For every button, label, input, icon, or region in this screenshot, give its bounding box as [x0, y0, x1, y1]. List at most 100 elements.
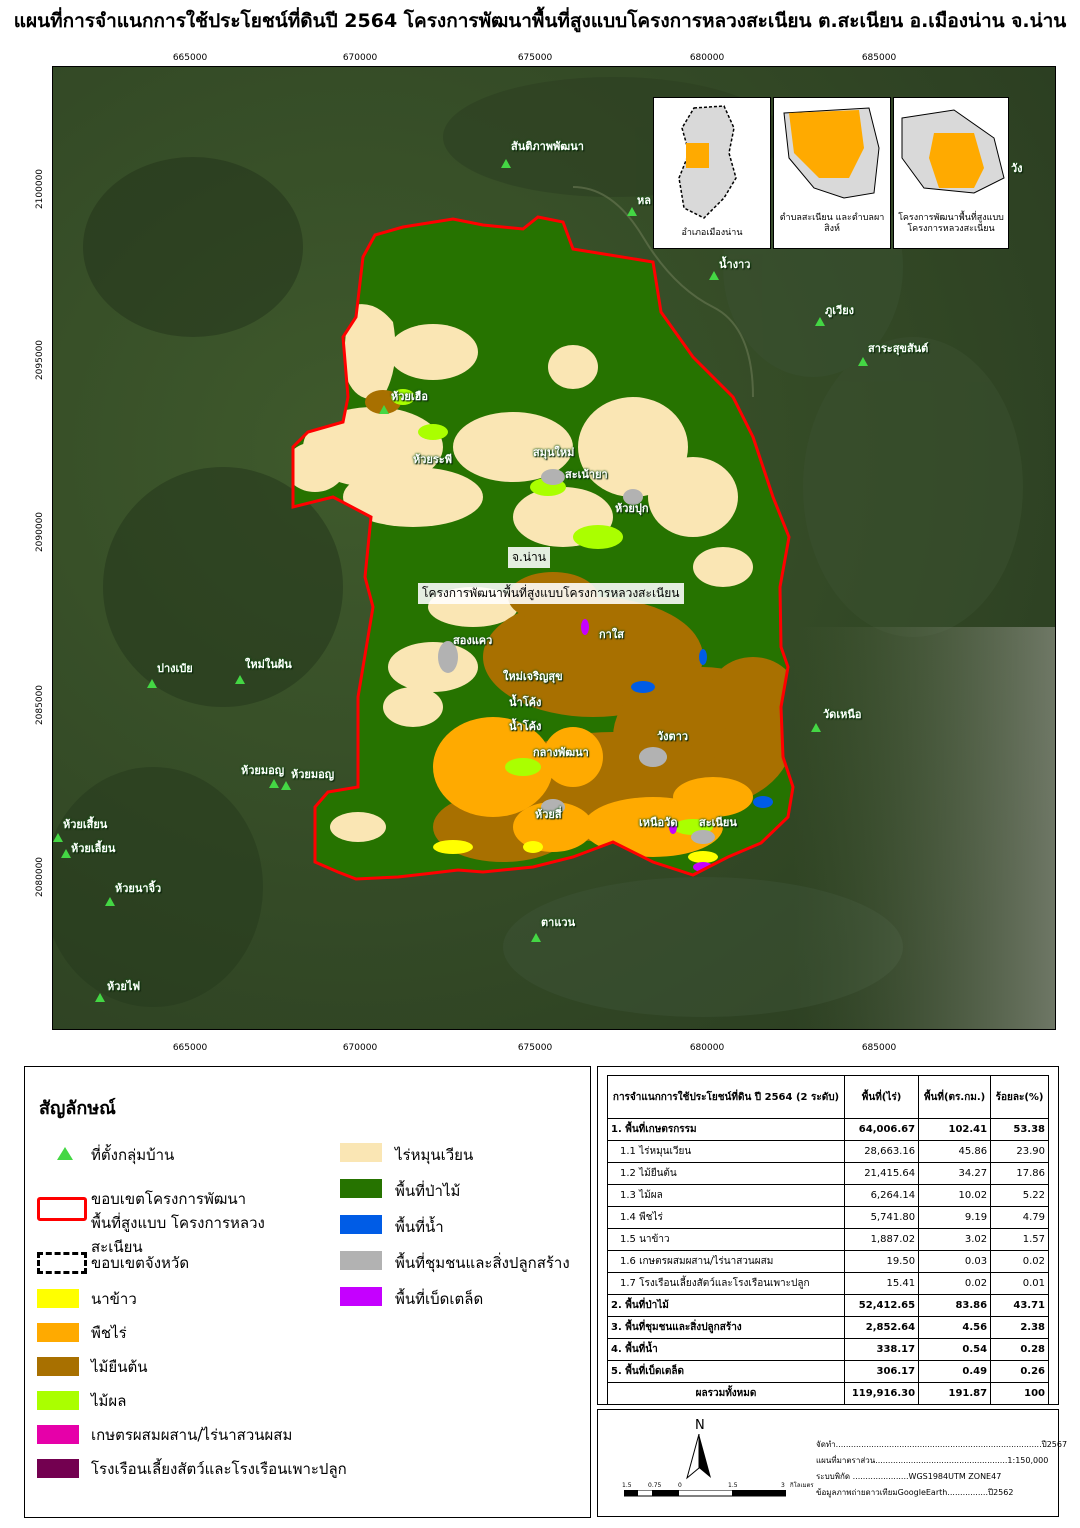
village-label: สาระสุขสันต์	[868, 342, 929, 355]
y-tick: 2095000	[35, 339, 45, 381]
village-icon	[281, 781, 291, 790]
village-icon	[531, 933, 541, 942]
inset-subdistrict: ตำบลสะเนียน และตำบลผาสิงห์	[773, 97, 891, 249]
scale-unit: กิโลเมตร	[790, 1482, 814, 1489]
village-icon	[501, 159, 511, 168]
stats-panel: การจำแนกการใช้ประโยชน์ที่ดิน ปี 2564 (2 …	[597, 1066, 1059, 1405]
village-icon	[105, 897, 115, 906]
village-label: วัดเหนือ	[823, 708, 862, 721]
village-label: น้ำโค้ง	[509, 696, 542, 709]
scale-tick: 0.75	[648, 1482, 662, 1489]
misc-swatch	[340, 1287, 382, 1306]
village-label: สันติภาพพัฒนา	[511, 140, 584, 153]
village-icon	[235, 675, 245, 684]
legend-label: ขอบเขตโครงการพัฒนาพื้นที่สูงแบบ โครงการห…	[91, 1190, 265, 1256]
village-label: กาใส	[599, 628, 624, 641]
landuse-table: การจำแนกการใช้ประโยชน์ที่ดิน ปี 2564 (2 …	[607, 1075, 1049, 1405]
village-label: สองแคว	[453, 634, 493, 647]
info-line: ระบบพิกัด ......................WGS1984U…	[816, 1472, 1002, 1481]
table-row: 4. พื้นที่น้ำ 338.17 0.54 0.28	[607, 1338, 1049, 1361]
village-icon	[61, 849, 71, 858]
header-class: การจำแนกการใช้ประโยชน์ที่ดิน ปี 2564 (2 …	[607, 1075, 845, 1119]
village-label: สมุนใหม่	[533, 446, 575, 459]
village-label: สะเน้ายา	[565, 468, 608, 481]
table-row: 2. พื้นที่ป่าไม้ 52,412.65 83.86 43.71	[607, 1294, 1049, 1317]
village-label: ห้วยมอญ	[291, 768, 335, 781]
village-icon	[147, 679, 157, 688]
perennial-swatch	[37, 1357, 79, 1376]
village-label: ห้วยระพี	[413, 453, 452, 466]
rice-swatch	[37, 1289, 79, 1308]
legend-label: นาข้าว	[91, 1290, 137, 1308]
village-label: ใหม่เจริญสุข	[503, 670, 563, 683]
village-label: ตาแวน	[541, 916, 576, 929]
village-icon	[379, 405, 389, 414]
village-label: ห้วยมอญ	[241, 764, 285, 777]
map-info-panel: N 1.5 0.75 0 1.5 3 กิโลเมตร จัดทำ.......…	[597, 1409, 1067, 1517]
field-crop-swatch	[37, 1323, 79, 1342]
legend-label: เกษตรผสมผสาน/ไร่นาสวนผสม	[91, 1426, 293, 1444]
x-tick: 680000	[689, 1043, 725, 1053]
village-icon	[269, 779, 279, 788]
village-label: ใหม่ในฝัน	[245, 658, 292, 671]
y-tick: 2085000	[35, 684, 45, 726]
urban-swatch	[340, 1251, 382, 1270]
village-label: ห้วยปุก	[615, 502, 649, 515]
table-total-row: ผลรวมทั้งหมด 119,916.30 191.87 100	[607, 1382, 1049, 1405]
header-sqkm: พื้นที่(ตร.กม.)	[918, 1075, 992, 1119]
village-label: ภูเวียง	[825, 304, 855, 317]
legend-label: ขอบเขตจังหวัด	[91, 1254, 190, 1272]
inset-caption: โครงการพัฒนาพื้นที่สูงแบบ โครงการหลวงสะเ…	[898, 213, 1004, 234]
inset-district: อำเภอเมืองน่าน	[653, 97, 771, 249]
north-arrow-icon	[686, 1434, 711, 1480]
table-header: การจำแนกการใช้ประโยชน์ที่ดิน ปี 2564 (2 …	[607, 1075, 1049, 1119]
legend-label: พืชไร่	[91, 1324, 127, 1342]
legend-label: ไม้ยืนต้น	[91, 1358, 148, 1376]
scale-tick: 1.5	[622, 1482, 632, 1489]
scale-bar-graphic	[624, 1490, 786, 1497]
orchard-swatch	[37, 1391, 79, 1410]
legend-label: ไร่หมุนเวียน	[395, 1146, 474, 1164]
info-line: แผนที่มาตราส่วน.........................…	[816, 1456, 1049, 1465]
province-label: จ.น่าน	[508, 547, 550, 568]
info-line: ข้อมูลภาพถ่ายดาวเทียมGoogleEarth........…	[816, 1488, 1014, 1497]
forest-swatch	[340, 1179, 382, 1198]
village-label: กลางพัฒนา	[533, 746, 589, 759]
x-tick: 670000	[342, 53, 378, 63]
village-label: เหนือวัด	[639, 816, 678, 829]
x-tick: 685000	[861, 53, 897, 63]
north-label: N	[695, 1418, 705, 1433]
village-label: น้ำโค้ง	[509, 720, 542, 733]
scale-tick: 0	[678, 1482, 682, 1489]
legend-label: โรงเรือนเลี้ยงสัตว์และโรงเรือนเพาะปลูก	[91, 1460, 347, 1478]
village-label: น้ำงาว	[719, 258, 751, 271]
legend-label: พื้นที่เบ็ดเตล็ด	[395, 1290, 484, 1308]
village-label: ห้วยไฟ	[107, 980, 141, 993]
village-label: ห้วยสี่	[535, 808, 562, 821]
project-label: โครงการพัฒนาพื้นที่สูงแบบโครงการหลวงสะเน…	[418, 583, 684, 604]
legend-label: พื้นที่ชุมชนและสิ่งปลูกสร้าง	[395, 1254, 570, 1272]
x-tick: 675000	[517, 1043, 553, 1053]
village-label: ห้วยเลี้ยน	[71, 842, 116, 855]
district-shape	[678, 105, 737, 219]
inset-project: โครงการพัฒนาพื้นที่สูงแบบ โครงการหลวงสะเ…	[893, 97, 1009, 249]
legend-label: ที่ตั้งกลุ่มบ้าน	[91, 1146, 175, 1164]
map-frame[interactable]: จ.น่าน โครงการพัฒนาพื้นที่สูงแบบโครงการห…	[52, 66, 1056, 1030]
project-shape	[901, 109, 1005, 194]
y-tick: 2080000	[35, 856, 45, 898]
scale-tick: 1.5	[728, 1482, 738, 1489]
x-tick: 665000	[172, 1043, 208, 1053]
info-line: จัดทำ...................................…	[816, 1440, 1068, 1449]
project-boundary-swatch	[37, 1197, 87, 1221]
x-tick: 680000	[689, 53, 725, 63]
table-row: 5. พื้นที่เบ็ดเตล็ด 306.17 0.49 0.26	[607, 1360, 1049, 1383]
village-icon	[627, 207, 637, 216]
legend-title: สัญลักษณ์	[39, 1098, 116, 1119]
legend-label: พื้นที่ป่าไม้	[395, 1182, 461, 1200]
x-tick: 675000	[517, 53, 553, 63]
village-label: หล	[637, 194, 651, 207]
table-row: 1.2 ไม้ยืนต้น 21,415.64 34.27 17.86	[607, 1162, 1049, 1185]
table-row: 1.6 เกษตรผสมผสาน/ไร่นาสวนผสม 19.50 0.03 0.0…	[607, 1250, 1049, 1273]
y-tick: 2100000	[35, 168, 45, 210]
header-pct: ร้อยละ(%)	[990, 1075, 1049, 1119]
